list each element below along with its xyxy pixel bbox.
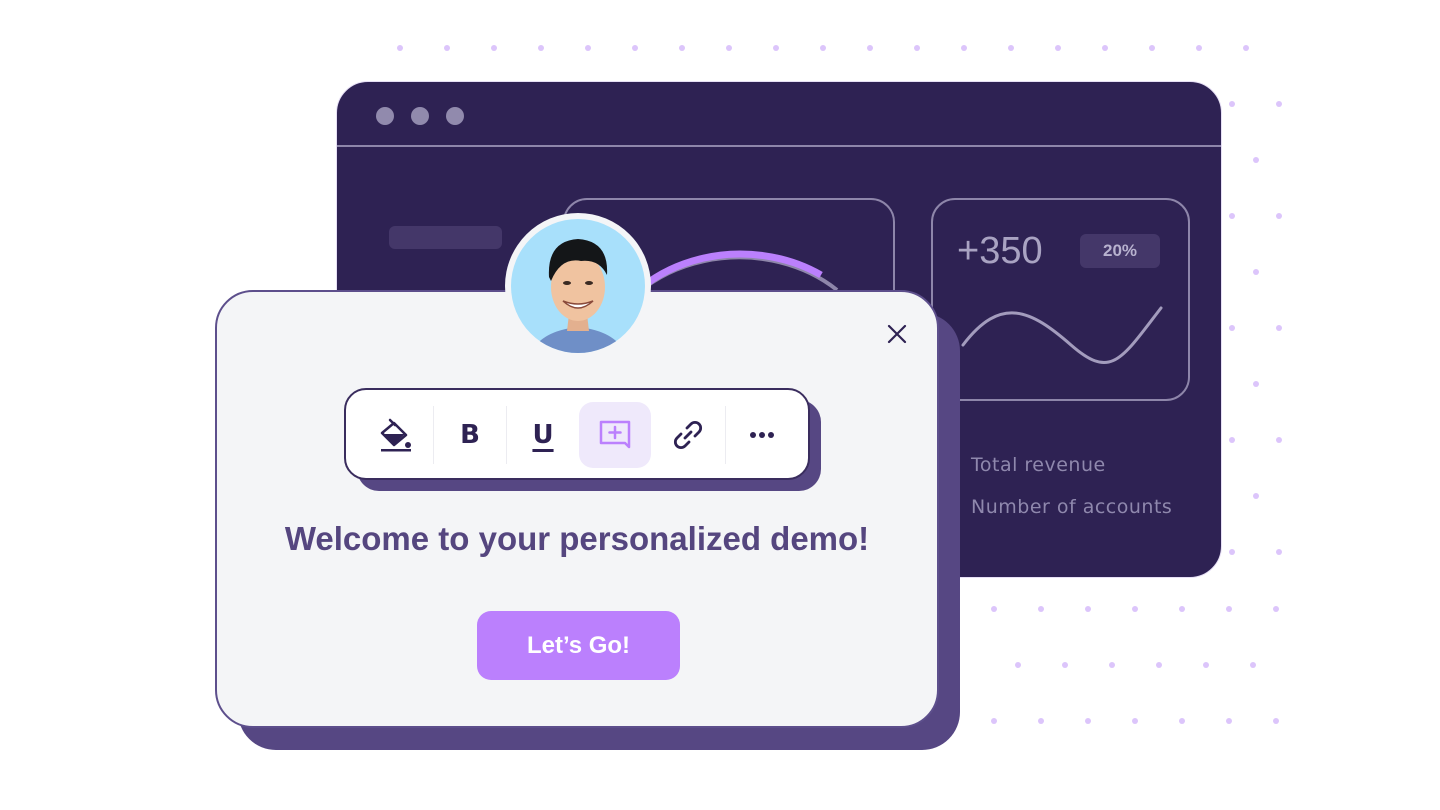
- decorative-dot: [1276, 549, 1282, 555]
- fill-color-button[interactable]: [360, 402, 432, 468]
- decorative-dot: [1132, 718, 1138, 724]
- decorative-dot: [1273, 718, 1279, 724]
- window-dot-icon: [411, 107, 429, 125]
- bold-button[interactable]: B: [434, 402, 506, 468]
- decorative-dot: [1085, 718, 1091, 724]
- decorative-dot: [1250, 662, 1256, 668]
- window-titlebar-divider: [337, 145, 1221, 147]
- decorative-dot: [1243, 45, 1249, 51]
- decorative-dot: [1229, 101, 1235, 107]
- decorative-dot: [1276, 101, 1282, 107]
- comment-plus-icon: [599, 420, 631, 449]
- decorative-dot: [1055, 45, 1061, 51]
- stat-change-badge: 20%: [1080, 234, 1160, 268]
- decorative-dot: [1008, 45, 1014, 51]
- decorative-dot: [1276, 213, 1282, 219]
- paint-bucket-icon: [380, 418, 411, 452]
- decorative-dot: [491, 45, 497, 51]
- decorative-dot: [397, 45, 403, 51]
- decorative-dot: [1085, 606, 1091, 612]
- decorative-dot: [991, 606, 997, 612]
- more-options-button[interactable]: [726, 402, 798, 468]
- sparkline-line: [961, 306, 1163, 365]
- decorative-dot: [585, 45, 591, 51]
- link-button[interactable]: [652, 402, 724, 468]
- decorative-dot: [1132, 606, 1138, 612]
- more-horizontal-icon: [750, 432, 774, 438]
- decorative-dot: [444, 45, 450, 51]
- decorative-dot: [1038, 606, 1044, 612]
- modal-title: Welcome to your personalized demo!: [284, 520, 870, 557]
- decorative-dot: [867, 45, 873, 51]
- decorative-dot: [1196, 45, 1202, 51]
- underline-button[interactable]: U: [507, 402, 579, 468]
- skeleton-placeholder: [389, 226, 502, 249]
- underline-icon: U: [532, 420, 554, 450]
- decorative-dot: [1226, 718, 1232, 724]
- legend-item-total-revenue: Total revenue: [971, 454, 1106, 476]
- decorative-dot: [1015, 662, 1021, 668]
- decorative-dot: [632, 45, 638, 51]
- window-dot-icon: [376, 107, 394, 125]
- decorative-dot: [1156, 662, 1162, 668]
- avatar-photo: [511, 219, 645, 353]
- decorative-dot: [820, 45, 826, 51]
- legend-item-number-of-accounts: Number of accounts: [971, 496, 1173, 518]
- decorative-dot: [1253, 493, 1259, 499]
- bold-icon: B: [460, 420, 480, 450]
- decorative-dot: [1038, 718, 1044, 724]
- stat-card: +350 20%: [931, 198, 1190, 401]
- decorative-dot: [1179, 606, 1185, 612]
- decorative-dot: [1229, 325, 1235, 331]
- decorative-dot: [538, 45, 544, 51]
- decorative-dot: [1253, 157, 1259, 163]
- add-comment-button[interactable]: [579, 402, 651, 468]
- sparkline-chart: [961, 306, 1163, 365]
- decorative-dot: [1229, 213, 1235, 219]
- decorative-dot: [1276, 437, 1282, 443]
- decorative-dot: [1273, 606, 1279, 612]
- decorative-dot: [679, 45, 685, 51]
- decorative-dot: [1253, 381, 1259, 387]
- decorative-dot: [1149, 45, 1155, 51]
- close-button[interactable]: [884, 321, 910, 347]
- decorative-dot: [1276, 325, 1282, 331]
- lets-go-button[interactable]: Let’s Go!: [477, 611, 680, 680]
- decorative-dot: [914, 45, 920, 51]
- decorative-dot: [1179, 718, 1185, 724]
- decorative-dot: [1226, 606, 1232, 612]
- window-dot-icon: [446, 107, 464, 125]
- decorative-dot: [1203, 662, 1209, 668]
- decorative-dot: [726, 45, 732, 51]
- decorative-dot: [1229, 437, 1235, 443]
- decorative-dot: [991, 718, 997, 724]
- avatar: [505, 213, 651, 359]
- decorative-dot: [1229, 549, 1235, 555]
- stat-value: +350: [957, 230, 1043, 272]
- close-icon: [887, 324, 907, 344]
- decorative-dot: [773, 45, 779, 51]
- decorative-dot: [961, 45, 967, 51]
- link-icon: [673, 420, 703, 450]
- decorative-dot: [1102, 45, 1108, 51]
- decorative-dot: [1062, 662, 1068, 668]
- formatting-toolbar: B U: [344, 388, 810, 480]
- decorative-dot: [1253, 269, 1259, 275]
- decorative-dot: [1109, 662, 1115, 668]
